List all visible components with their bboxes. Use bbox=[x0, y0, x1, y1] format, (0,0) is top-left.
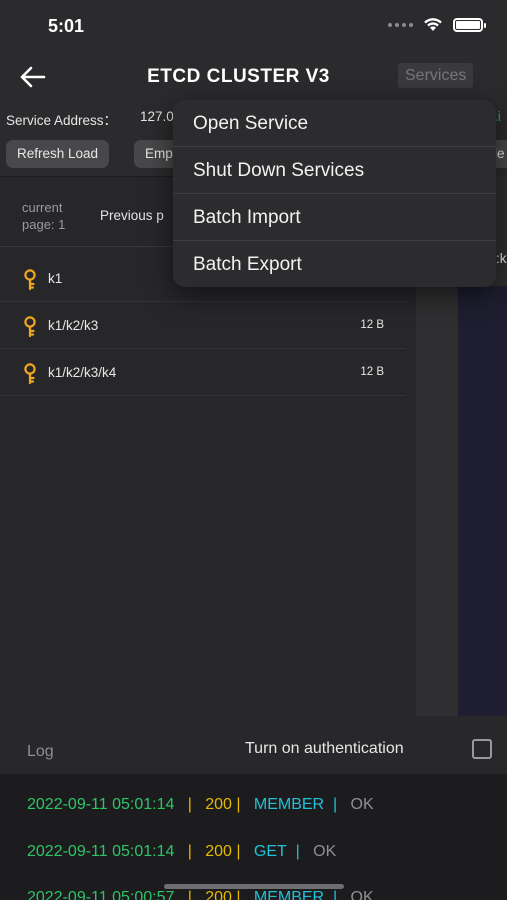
key-icon bbox=[24, 269, 36, 291]
auth-label: Turn on authentication bbox=[245, 740, 404, 757]
log-section: Log Turn on authentication 2022-09-11 05… bbox=[0, 716, 507, 900]
status-time: 5:01 bbox=[48, 16, 85, 36]
key-name: k1 bbox=[48, 271, 63, 286]
log-entry: 2022-09-11 05:00:57 | 200 | MEMBER | OK bbox=[27, 889, 374, 900]
log-date: 2022-09-11 05:01:14 bbox=[27, 843, 175, 860]
log-entry: 2022-09-11 05:01:14 | 200 | GET | OK bbox=[27, 843, 337, 860]
detail-text-fragment: :k bbox=[496, 251, 507, 266]
log-status: OK bbox=[350, 889, 374, 900]
current-page-number: page: 1 bbox=[22, 217, 66, 232]
battery-icon bbox=[453, 17, 486, 32]
refresh-load-button[interactable]: Refresh Load bbox=[6, 140, 110, 168]
home-indicator[interactable] bbox=[164, 884, 344, 889]
menu-item-open-service[interactable]: Open Service bbox=[173, 100, 496, 147]
status-bar: 5:01 bbox=[0, 0, 507, 54]
log-method: MEMBER bbox=[253, 796, 325, 813]
menu-item-batch-export[interactable]: Batch Export bbox=[173, 241, 496, 287]
auth-checkbox[interactable] bbox=[472, 739, 492, 759]
key-name: k1/k2/k3 bbox=[48, 318, 99, 333]
log-entry: 2022-09-11 05:01:14 | 200 | MEMBER | OK bbox=[27, 796, 374, 813]
wifi-icon bbox=[424, 18, 442, 31]
key-row[interactable]: k1/k2/k3/k4 12 B bbox=[0, 349, 406, 396]
key-row[interactable]: k1/k2/k3 12 B bbox=[0, 302, 406, 349]
service-address-value: 127.0 bbox=[140, 109, 174, 124]
signal-icon bbox=[388, 22, 413, 27]
log-code: 200 bbox=[205, 796, 232, 813]
detail-editor-area[interactable] bbox=[458, 286, 507, 716]
menu-item-batch-import[interactable]: Batch Import bbox=[173, 194, 496, 241]
menu-item-shut-down-services[interactable]: Shut Down Services bbox=[173, 147, 496, 194]
log-code: 200 bbox=[205, 889, 232, 900]
services-dropdown-menu: Open Service Shut Down Services Batch Im… bbox=[173, 100, 496, 287]
log-date: 2022-09-11 05:00:57 bbox=[27, 889, 175, 900]
status-icons bbox=[388, 17, 486, 32]
log-status: OK bbox=[313, 843, 337, 860]
key-size: 12 B bbox=[360, 319, 384, 331]
service-address-label: Service Address： bbox=[6, 113, 118, 128]
current-page: current page: 1 bbox=[22, 199, 65, 233]
log-code: 200 bbox=[205, 843, 232, 860]
log-method: MEMBER bbox=[253, 889, 325, 900]
log-method: GET bbox=[253, 843, 287, 860]
key-name: k1/k2/k3/k4 bbox=[48, 365, 117, 380]
log-header: Log Turn on authentication bbox=[0, 716, 507, 774]
current-page-label: current bbox=[22, 200, 63, 215]
services-button[interactable]: Services bbox=[398, 63, 474, 88]
key-size: 12 B bbox=[360, 366, 384, 378]
log-title: Log bbox=[27, 743, 54, 760]
key-icon bbox=[24, 363, 36, 385]
previous-page-button[interactable]: Previous p bbox=[100, 208, 164, 223]
log-date: 2022-09-11 05:01:14 bbox=[27, 796, 175, 813]
key-icon bbox=[24, 316, 36, 338]
log-status: OK bbox=[350, 796, 374, 813]
